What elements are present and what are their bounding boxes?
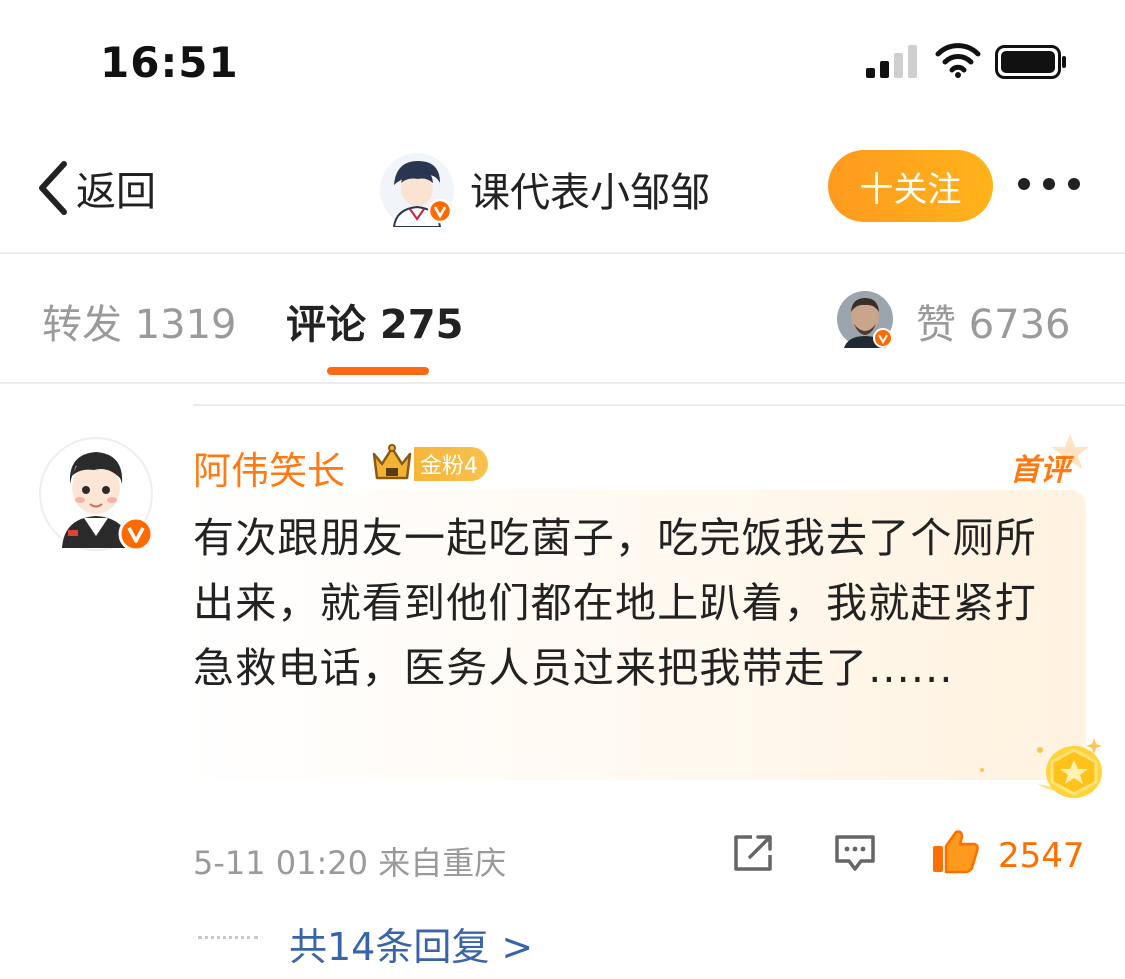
back-label: 返回 (76, 169, 156, 215)
author-name[interactable]: 课代表小邹邹 (470, 160, 710, 218)
commenter-name[interactable]: 阿伟笑长 (193, 440, 345, 495)
header-divider (0, 252, 1125, 254)
share-icon[interactable] (732, 833, 776, 873)
comment-divider (193, 404, 1125, 406)
tab-likes[interactable]: 赞 6736 (916, 292, 1071, 350)
author-avatar[interactable] (380, 153, 454, 227)
tab-comments[interactable]: 评论 275 (286, 292, 463, 350)
liker-avatar[interactable] (836, 290, 894, 348)
chevron-left-icon (39, 161, 67, 215)
thumbs-up-icon[interactable] (930, 828, 980, 874)
follow-button[interactable]: 十关注 (828, 150, 993, 222)
medal-badge-icon (980, 738, 1102, 798)
more-options-icon[interactable] (1016, 168, 1082, 200)
replies-dots-divider (198, 936, 258, 939)
tab-repost[interactable]: 转发 1319 (42, 292, 237, 350)
back-button[interactable]: 返回 (34, 158, 156, 218)
battery-icon (995, 45, 1066, 79)
commenter-avatar[interactable] (38, 436, 158, 556)
crown-icon (372, 444, 412, 480)
first-comment-label: 首评 (1010, 453, 1070, 488)
active-tab-indicator (327, 367, 429, 375)
status-time: 16:51 (100, 38, 239, 87)
fan-level-badge: 金粉4 (414, 447, 488, 481)
verified-badge-icon (427, 198, 453, 224)
cellular-signal-icon (866, 45, 917, 78)
comment-text: 有次跟朋友一起吃菌子，吃完饭我去了个厕所出来，就看到他们都在地上趴着，我就赶紧打… (193, 514, 1037, 692)
comment-meta: 5-11 01:20 来自重庆 (193, 844, 507, 882)
tabs-divider (0, 382, 1125, 384)
comment-icon[interactable] (833, 833, 877, 873)
wifi-icon (935, 43, 981, 78)
verified-badge-icon (118, 516, 154, 552)
view-replies-link[interactable]: 共14条回复 > (289, 916, 533, 971)
like-count: 2547 (998, 836, 1085, 876)
